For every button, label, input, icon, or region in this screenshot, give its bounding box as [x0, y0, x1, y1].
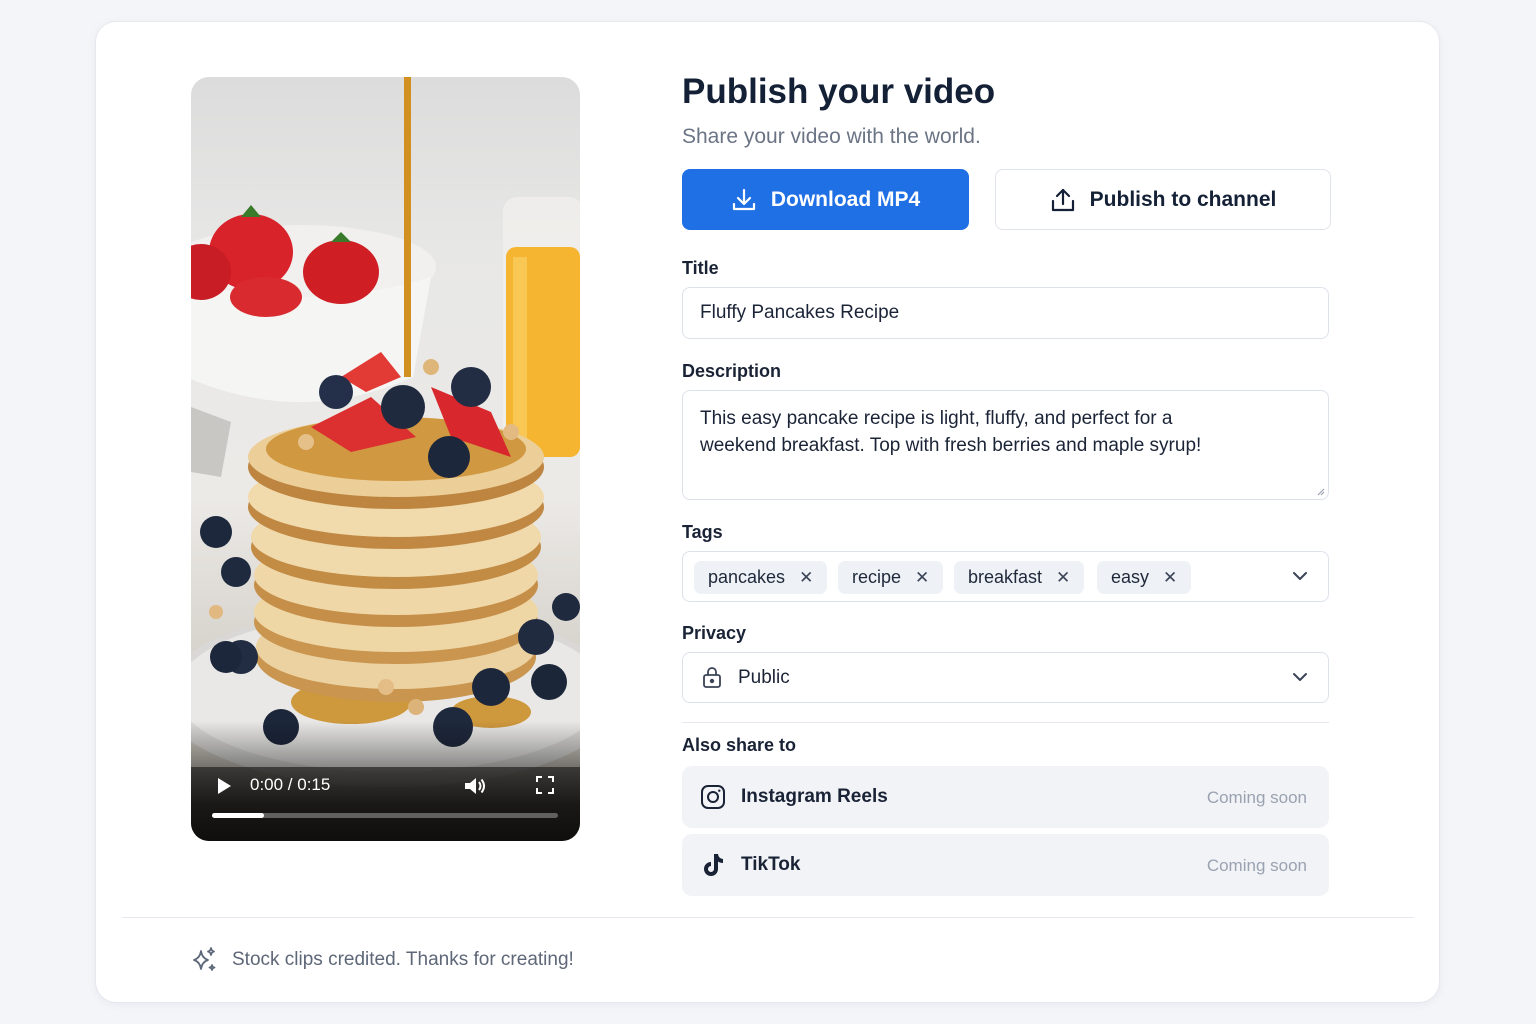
- volume-icon[interactable]: [463, 775, 487, 797]
- chevron-down-icon: [1293, 673, 1307, 681]
- tiktok-icon: [704, 854, 723, 876]
- section-divider: [682, 722, 1329, 723]
- tag-chip: recipe ✕: [838, 561, 944, 594]
- chevron-down-icon[interactable]: [1292, 570, 1308, 582]
- download-icon: [732, 188, 755, 210]
- tag-chip-label: easy: [1111, 567, 1150, 587]
- share-option-instagram-reels: Instagram Reels Coming soon: [682, 766, 1329, 828]
- description-textarea[interactable]: This easy pancake recipe is light, fluff…: [682, 390, 1329, 500]
- tag-chip-label: recipe: [852, 567, 902, 587]
- tag-chip: pancakes ✕: [694, 561, 828, 594]
- page-title: Publish your video: [682, 72, 996, 111]
- publish-card: 0:00 / 0:15 Publish your video Share you…: [96, 22, 1439, 1002]
- remove-tag-icon[interactable]: ✕: [915, 569, 929, 586]
- lock-icon: [703, 667, 721, 688]
- share-option-status: Coming soon: [1206, 788, 1307, 807]
- description-textarea-value: This easy pancake recipe is light, fluff…: [700, 408, 1202, 456]
- resize-handle-icon[interactable]: [1315, 486, 1325, 496]
- tags-label: Tags: [682, 522, 723, 542]
- download-mp4-button[interactable]: Download MP4: [682, 169, 969, 230]
- share-heading: Also share to: [682, 735, 797, 755]
- upload-icon: [1051, 188, 1074, 211]
- privacy-label: Privacy: [682, 623, 747, 643]
- share-option-name: Instagram Reels: [741, 786, 888, 807]
- play-icon[interactable]: [216, 776, 232, 796]
- tag-chip-label: pancakes: [708, 567, 786, 587]
- title-label: Title: [682, 258, 719, 278]
- tag-chip: breakfast ✕: [954, 561, 1085, 594]
- remove-tag-icon[interactable]: ✕: [1163, 569, 1177, 586]
- share-option-tiktok: TikTok Coming soon: [682, 834, 1329, 896]
- publish-to-channel-label: Publish to channel: [1089, 187, 1277, 211]
- publish-to-channel-button[interactable]: Publish to channel: [995, 169, 1331, 230]
- tags-input[interactable]: pancakes ✕ recipe ✕ breakfast ✕ easy ✕: [682, 551, 1329, 602]
- video-progress-bar[interactable]: [212, 813, 558, 818]
- video-time: 0:00 / 0:15: [250, 775, 331, 794]
- share-option-name: TikTok: [741, 854, 801, 875]
- instagram-icon: [701, 785, 725, 809]
- share-option-status: Coming soon: [1206, 856, 1307, 875]
- video-controls: 0:00 / 0:15: [191, 761, 580, 841]
- video-progress-fill: [212, 813, 264, 818]
- title-input-value: Fluffy Pancakes Recipe: [700, 302, 900, 323]
- privacy-select[interactable]: Public: [682, 652, 1329, 703]
- video-player[interactable]: 0:00 / 0:15: [191, 77, 580, 841]
- tag-chip-label: breakfast: [968, 567, 1043, 587]
- download-mp4-label: Download MP4: [770, 187, 921, 211]
- sparkles-icon: [193, 947, 216, 971]
- remove-tag-icon[interactable]: ✕: [1056, 569, 1070, 586]
- footer-divider: [122, 917, 1414, 918]
- fullscreen-icon[interactable]: [536, 776, 554, 794]
- title-input[interactable]: Fluffy Pancakes Recipe: [682, 287, 1329, 339]
- footer-credit-text: Stock clips credited. Thanks for creatin…: [232, 949, 574, 970]
- tag-chip: easy ✕: [1097, 561, 1192, 594]
- page-subtitle: Share your video with the world.: [682, 125, 981, 148]
- description-label: Description: [682, 361, 782, 381]
- privacy-select-value: Public: [738, 667, 790, 688]
- remove-tag-icon[interactable]: ✕: [799, 569, 813, 586]
